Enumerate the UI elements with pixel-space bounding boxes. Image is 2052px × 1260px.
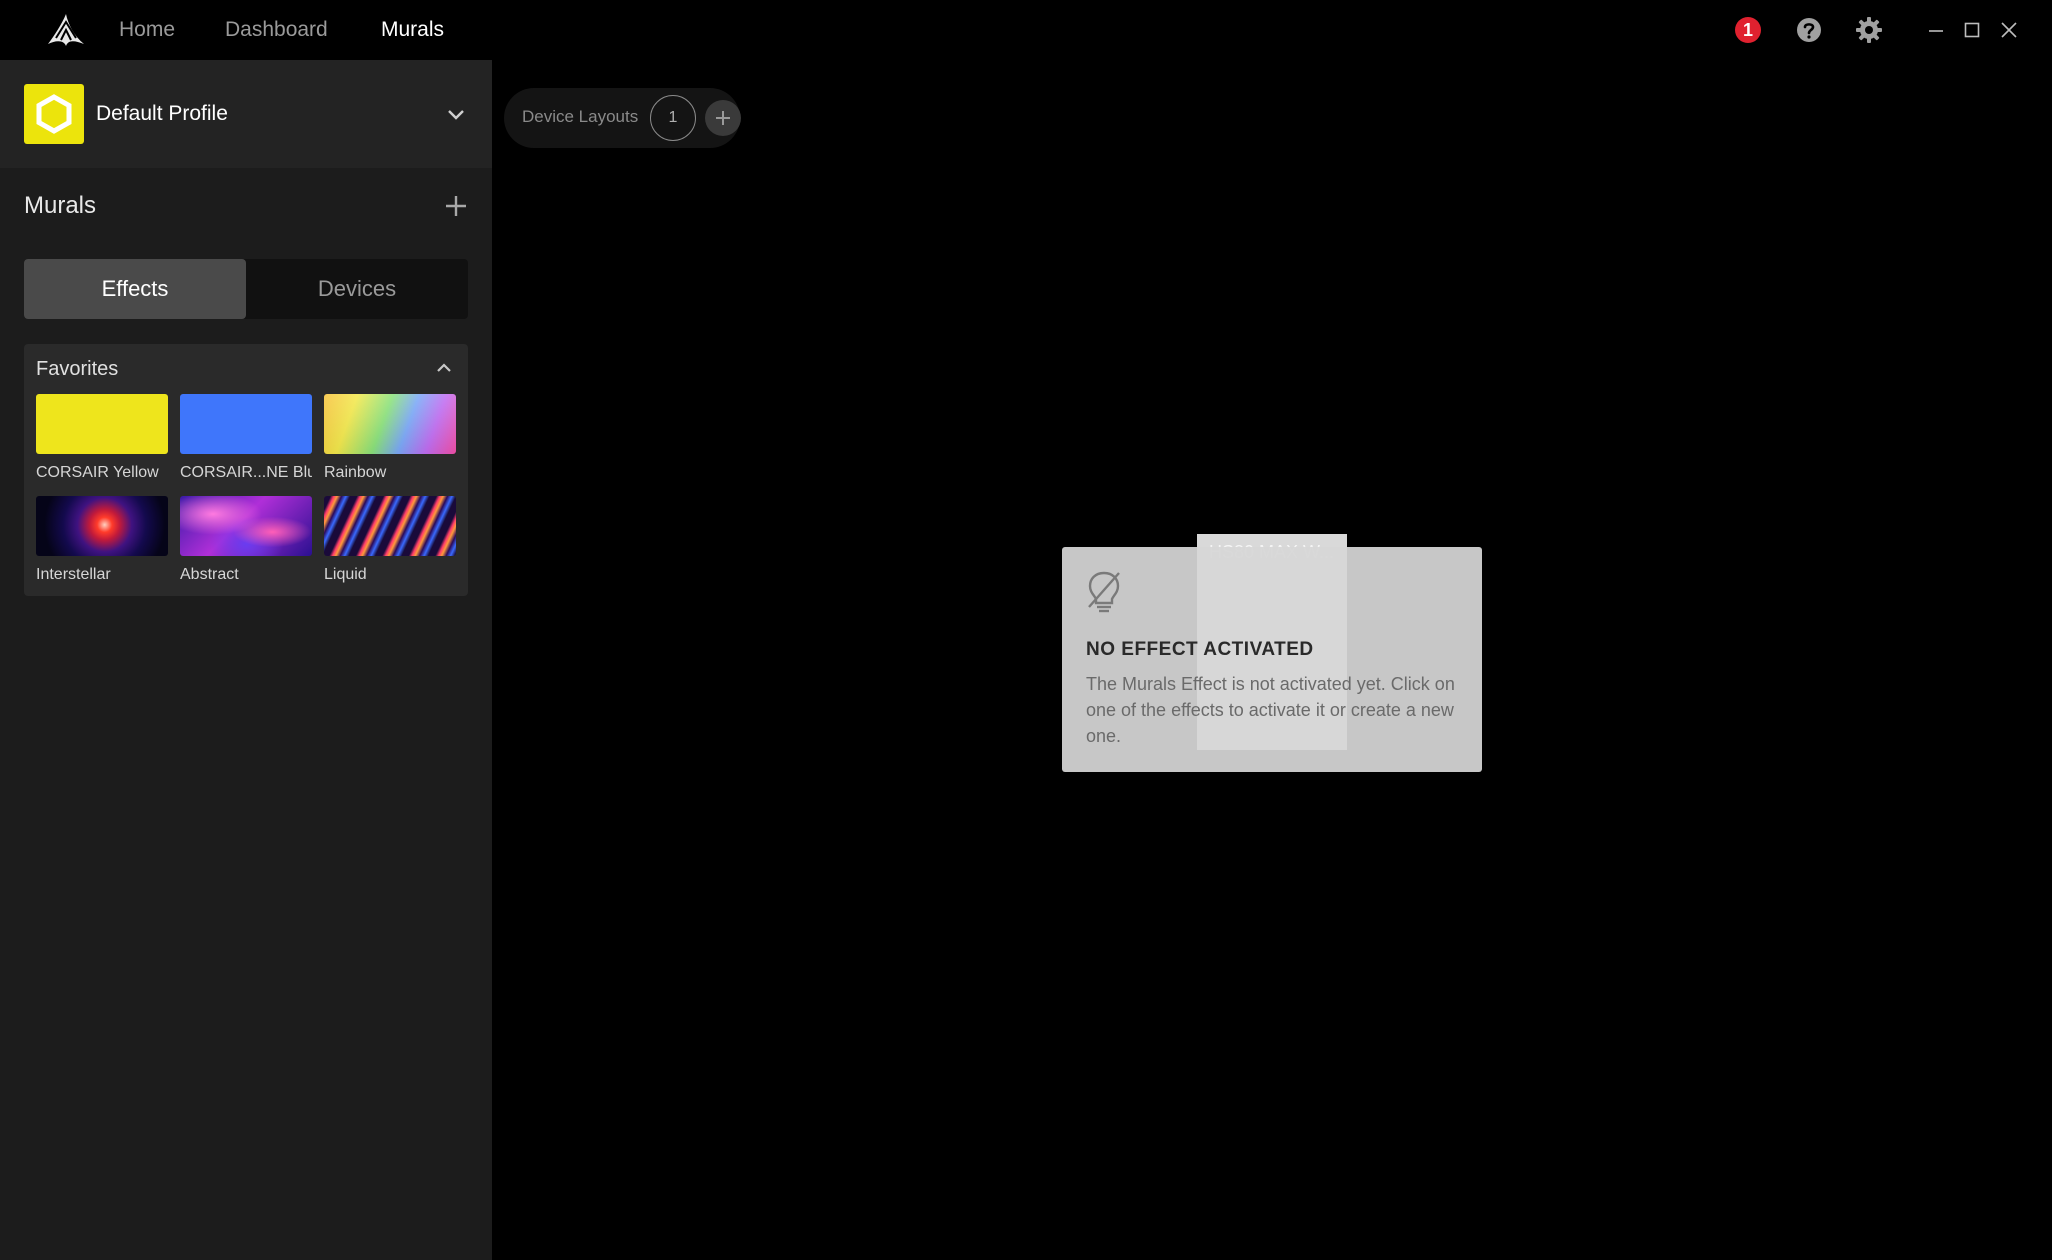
no-effect-title: NO EFFECT ACTIVATED	[1086, 639, 1314, 660]
effect-label: Liquid	[324, 566, 367, 583]
effect-label: Rainbow	[324, 464, 387, 481]
profile-selector[interactable]: Default Profile	[0, 60, 492, 168]
effect-label: Interstellar	[36, 566, 111, 583]
effect-thumbnail	[36, 394, 168, 454]
tab-devices[interactable]: Devices	[246, 259, 468, 319]
device-layouts-bar: Device Layouts 1	[504, 88, 741, 148]
lightbulb-off-icon	[1088, 571, 1120, 613]
effect-thumbnail	[324, 496, 456, 556]
effect-thumbnail	[36, 496, 168, 556]
effect-corsair-yellow[interactable]: CORSAIR Yellow	[36, 394, 168, 482]
corsair-logo-icon[interactable]	[44, 10, 88, 48]
chevron-up-icon[interactable]	[432, 356, 456, 380]
effect-corsair-blue[interactable]: CORSAIR...NE Blue	[180, 394, 312, 482]
no-effect-overlay: NO EFFECT ACTIVATED The Murals Effect is…	[1062, 547, 1482, 772]
no-effect-message: The Murals Effect is not activated yet. …	[1086, 674, 1455, 746]
effect-label: Abstract	[180, 566, 239, 583]
notification-badge[interactable]: 1	[1735, 17, 1761, 43]
effect-rainbow[interactable]: Rainbow	[324, 394, 456, 482]
main-canvas: Device Layouts 1 HS80 MAX W... NO EFFECT…	[492, 60, 2052, 1260]
effect-thumbnail	[180, 496, 312, 556]
effect-label: CORSAIR...NE Blue	[180, 464, 312, 481]
title-bar: Home Dashboard Murals 1	[0, 0, 2052, 60]
plus-icon	[716, 111, 730, 125]
nav-home[interactable]: Home	[119, 18, 175, 42]
nav-murals[interactable]: Murals	[381, 18, 444, 42]
tab-effects[interactable]: Effects	[24, 259, 246, 319]
favorites-title: Favorites	[36, 358, 119, 380]
device-layouts-label: Device Layouts	[522, 107, 639, 126]
sidebar: Default Profile Murals Effects Devices F…	[0, 60, 492, 1260]
hexagon-icon	[36, 94, 72, 134]
chevron-down-icon[interactable]	[444, 102, 468, 126]
add-mural-icon[interactable]	[442, 192, 470, 220]
effect-label: CORSAIR Yellow	[36, 464, 159, 481]
nav-dashboard[interactable]: Dashboard	[225, 18, 328, 42]
profile-name: Default Profile	[96, 102, 228, 125]
help-icon[interactable]	[1795, 16, 1823, 44]
profile-icon	[24, 84, 84, 144]
close-icon[interactable]	[1995, 16, 2023, 44]
murals-title: Murals	[24, 192, 97, 219]
device-layout-1[interactable]: 1	[650, 95, 696, 141]
maximize-icon[interactable]	[1958, 16, 1986, 44]
effect-thumbnail	[324, 394, 456, 454]
effect-thumbnail	[180, 394, 312, 454]
effect-abstract[interactable]: Abstract	[180, 496, 312, 584]
favorites-panel: Favorites CORSAIR Yellow CORSAIR...NE Bl…	[24, 344, 468, 596]
add-layout-button[interactable]	[705, 100, 741, 136]
gear-icon[interactable]	[1855, 16, 1883, 44]
minimize-icon[interactable]	[1922, 16, 1950, 44]
effect-interstellar[interactable]: Interstellar	[36, 496, 168, 584]
effect-liquid[interactable]: Liquid	[324, 496, 456, 584]
murals-tabs: Effects Devices	[24, 259, 468, 319]
